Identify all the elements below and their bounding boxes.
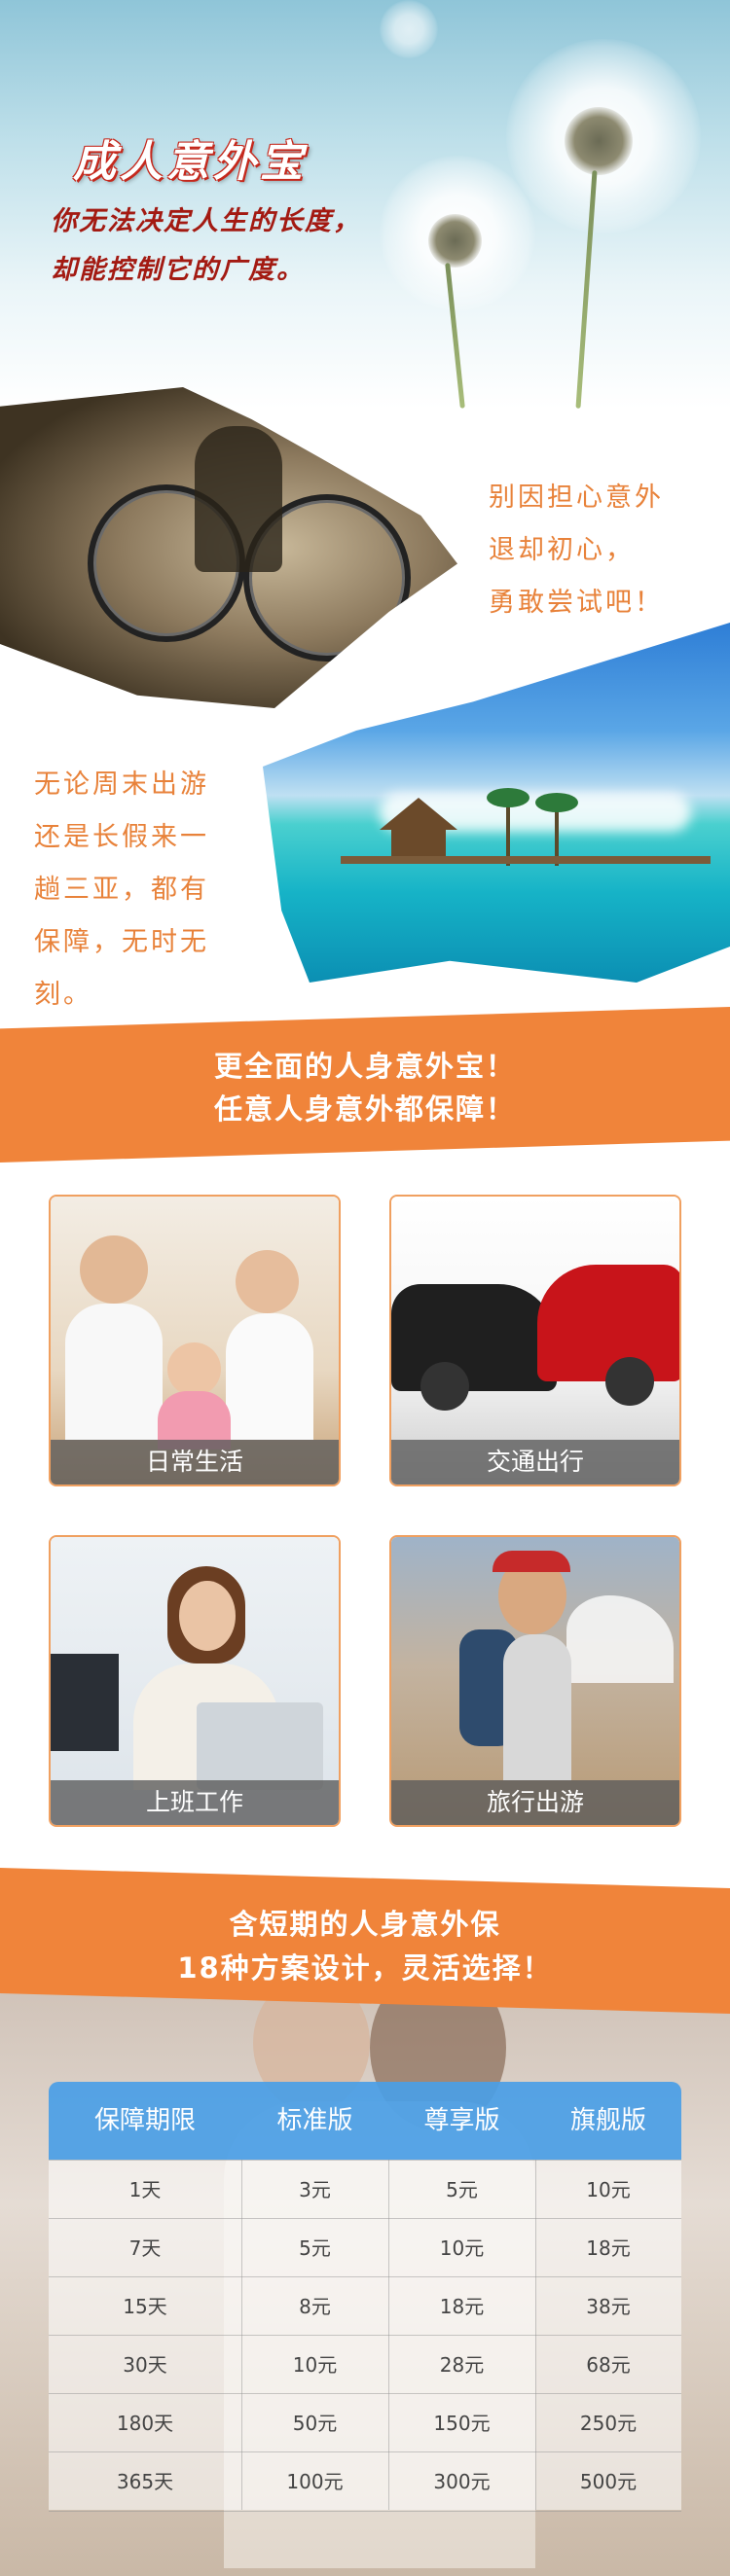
table-cell: 5元 bbox=[299, 2236, 331, 2260]
scenario-card-travel[interactable]: 旅行出游 bbox=[389, 1535, 681, 1827]
beach-caption-line: 趟三亚，都有 bbox=[34, 875, 209, 905]
table-cell: 38元 bbox=[586, 2295, 631, 2318]
table-cell: 18元 bbox=[586, 2236, 631, 2260]
bicycle-photo bbox=[0, 387, 457, 708]
plan-banner-line1: 含短期的人身意外保 bbox=[229, 1908, 501, 1941]
bike-caption-line: 退却初心， bbox=[489, 535, 635, 565]
beach-photo bbox=[263, 623, 730, 983]
beach-caption: 无论周末出游 还是长假来一 趟三亚，都有 保障，无时无 刻。 bbox=[34, 759, 268, 1021]
card-label: 交通出行 bbox=[391, 1440, 679, 1485]
bike-caption-line: 别因担心意外 bbox=[489, 483, 664, 513]
table-cell: 10元 bbox=[586, 2178, 631, 2201]
hero-subtitle-line1: 你无法决定人生的长度， bbox=[51, 206, 361, 236]
table-row: 365天 100元 300元 500元 bbox=[49, 2451, 681, 2512]
table-cell: 100元 bbox=[286, 2470, 344, 2493]
hero-title: 成人意外宝 bbox=[73, 137, 307, 187]
table-cell: 8元 bbox=[299, 2295, 331, 2318]
hero-banner: 成人意外宝 你无法决定人生的长度， 却能控制它的广度。 bbox=[0, 0, 730, 409]
table-row: 180天 50元 150元 250元 bbox=[49, 2393, 681, 2452]
card-label: 上班工作 bbox=[51, 1780, 339, 1825]
table-cell: 28元 bbox=[439, 2353, 485, 2377]
table-cell: 50元 bbox=[292, 2412, 338, 2435]
bike-caption-line: 勇敢尝试吧！ bbox=[489, 588, 664, 618]
table-row: 1天 3元 5元 10元 bbox=[49, 2160, 681, 2219]
beach-caption-line: 无论周末出游 bbox=[34, 769, 209, 800]
table-cell: 500元 bbox=[579, 2470, 638, 2493]
column-header: 保障期限 bbox=[93, 2106, 196, 2135]
column-header: 尊享版 bbox=[423, 2106, 500, 2135]
table-cell: 180天 bbox=[116, 2412, 174, 2435]
plan-banner-line2: 18种方案设计，灵活选择！ bbox=[177, 1951, 553, 1985]
table-cell: 15天 bbox=[123, 2295, 167, 2318]
column-header: 旗舰版 bbox=[569, 2106, 646, 2135]
scenario-card-traffic[interactable]: 交通出行 bbox=[389, 1195, 681, 1486]
beach-caption-line: 还是长假来一 bbox=[34, 822, 209, 852]
beach-caption-line: 保障，无时无 bbox=[34, 927, 209, 957]
scenario-card-work[interactable]: 上班工作 bbox=[49, 1535, 341, 1827]
table-cell: 10元 bbox=[439, 2236, 485, 2260]
table-cell: 250元 bbox=[579, 2412, 638, 2435]
table-cell: 300元 bbox=[433, 2470, 491, 2493]
coverage-banner bbox=[0, 1007, 730, 1163]
table-row: 30天 10元 28元 68元 bbox=[49, 2335, 681, 2394]
coverage-banner-line1: 更全面的人身意外宝！ bbox=[213, 1050, 516, 1083]
scenario-card-daily-life[interactable]: 日常生活 bbox=[49, 1195, 341, 1486]
table-cell: 68元 bbox=[586, 2353, 631, 2377]
table-cell: 30天 bbox=[123, 2353, 167, 2377]
palm-trees-image bbox=[487, 778, 603, 866]
bike-caption: 别因担心意外 退却初心， 勇敢尝试吧！ bbox=[489, 472, 722, 629]
card-label: 日常生活 bbox=[51, 1440, 339, 1485]
coverage-banner-line2: 任意人身意外都保障！ bbox=[213, 1092, 516, 1126]
table-row: 7天 5元 10元 18元 bbox=[49, 2218, 681, 2277]
hero-subtitle-line2: 却能控制它的广度。 bbox=[51, 255, 305, 285]
table-cell: 150元 bbox=[433, 2412, 491, 2435]
table-row: 15天 8元 18元 38元 bbox=[49, 2276, 681, 2336]
table-cell: 18元 bbox=[439, 2295, 485, 2318]
table-cell: 5元 bbox=[446, 2178, 478, 2201]
beach-caption-line: 刻。 bbox=[34, 980, 92, 1010]
table-cell: 10元 bbox=[292, 2353, 338, 2377]
table-cell: 7天 bbox=[128, 2236, 162, 2260]
column-header: 标准版 bbox=[276, 2106, 353, 2135]
card-label: 旅行出游 bbox=[391, 1780, 679, 1825]
table-cell: 1天 bbox=[128, 2178, 162, 2201]
price-table-header: 保障期限 标准版 尊享版 旗舰版 bbox=[49, 2082, 681, 2160]
table-cell: 3元 bbox=[299, 2178, 331, 2201]
table-cell: 365天 bbox=[116, 2470, 174, 2493]
